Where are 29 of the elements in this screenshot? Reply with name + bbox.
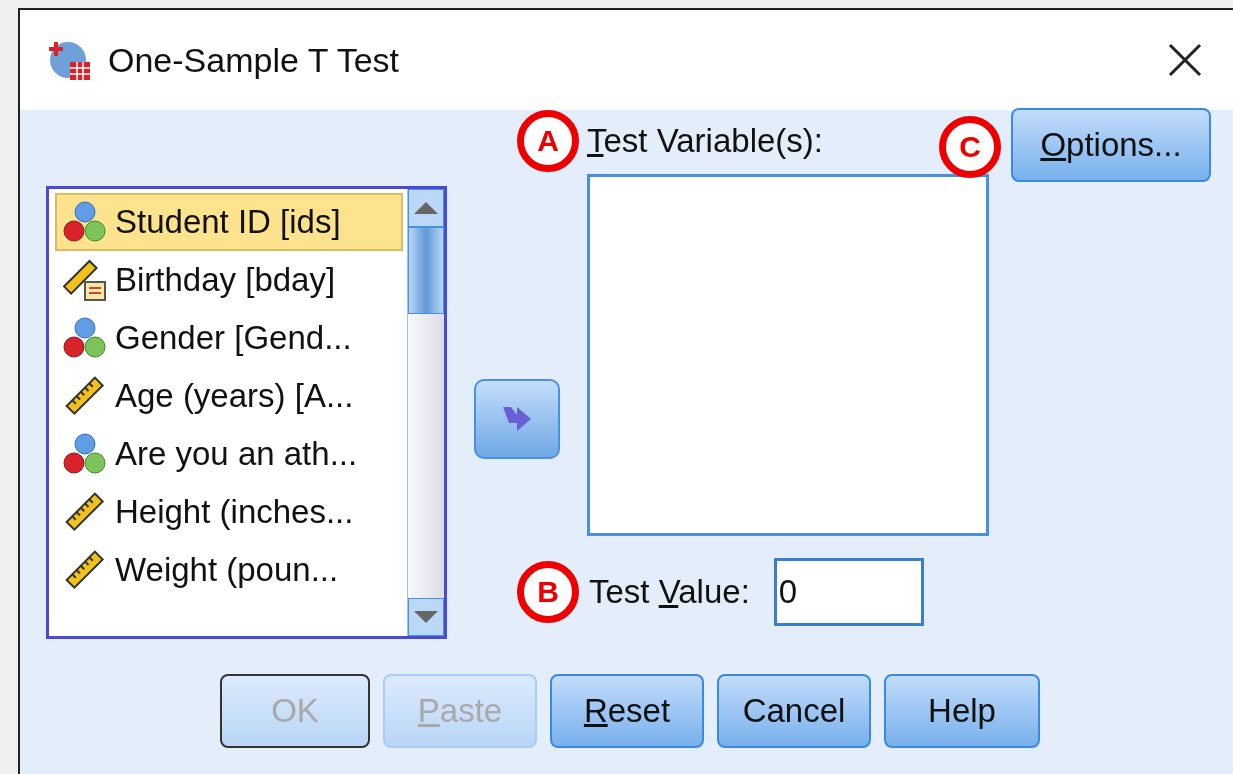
- scrollbar-thumb[interactable]: [408, 227, 444, 314]
- scroll-down-icon: [414, 611, 438, 623]
- scroll-up-icon: [414, 202, 438, 214]
- variable-item[interactable]: Weight (poun...: [55, 541, 403, 599]
- nominal-variable-icon: [63, 200, 107, 244]
- window-title: One-Sample T Test: [108, 40, 401, 80]
- scrollbar[interactable]: [407, 189, 444, 636]
- nominal-variable-icon: [63, 316, 107, 360]
- test-value-field[interactable]: 0: [773, 558, 924, 626]
- dialog-button[interactable]: Cancel: [717, 674, 871, 748]
- nominal-variable-icon: [63, 432, 107, 476]
- test-variables-list[interactable]: [587, 174, 989, 536]
- options-button[interactable]: Options...: [1011, 108, 1211, 182]
- ruler-calendar-icon: [63, 258, 107, 302]
- variable-item[interactable]: Student ID [ids]: [55, 193, 403, 251]
- variable-item[interactable]: Age (years) [A...: [55, 367, 403, 425]
- variable-item[interactable]: Are you an ath...: [55, 425, 403, 483]
- annotation-marker: C: [939, 116, 1001, 178]
- variable-list[interactable]: Student ID [ids] Birthday [bday] Gender [Gend... Age (years) [A... Are you an ath... Height (inches... Weight (poun...: [46, 186, 447, 639]
- dialog-button[interactable]: Reset: [550, 674, 704, 748]
- variable-item[interactable]: Height (inches...: [55, 483, 403, 541]
- variable-item[interactable]: Gender [Gend...: [55, 309, 403, 367]
- annotation-marker: B: [517, 561, 579, 623]
- move-arrow-button[interactable]: [474, 379, 560, 459]
- dialog-button[interactable]: Help: [884, 674, 1040, 748]
- annotation-marker: A: [517, 110, 579, 172]
- test-variables-label: Test Variable(s):: [587, 122, 823, 160]
- test-value-label: Test Value:: [589, 573, 750, 611]
- variable-item[interactable]: Birthday [bday]: [55, 251, 403, 309]
